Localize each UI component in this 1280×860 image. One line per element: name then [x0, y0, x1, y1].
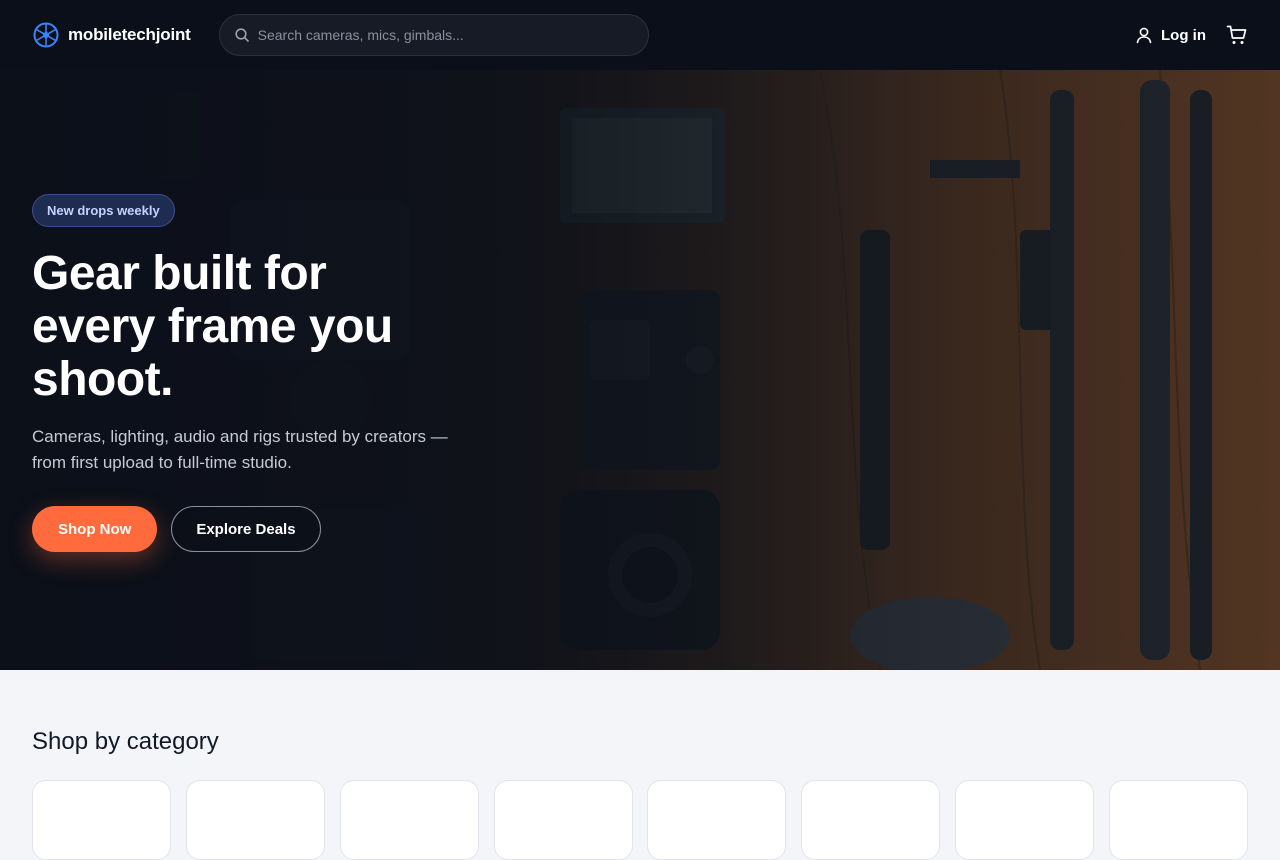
category-card[interactable] — [493, 780, 633, 860]
new-drops-badge: New drops weekly — [32, 194, 175, 227]
search-icon — [235, 28, 249, 42]
header-actions: Log in — [1135, 24, 1248, 46]
category-card-row — [32, 780, 1248, 860]
explore-deals-button[interactable]: Explore Deals — [171, 506, 321, 552]
shop-now-button[interactable]: Shop Now — [32, 506, 158, 552]
category-card[interactable] — [647, 780, 787, 860]
aperture-logo-icon — [33, 22, 59, 48]
hero-cta-group: Shop Now Explore Deals — [32, 506, 492, 552]
category-card[interactable] — [339, 780, 479, 860]
hero-content: New drops weekly Gear built for every fr… — [32, 194, 492, 552]
categories-section: Shop by category — [32, 670, 1248, 860]
category-card[interactable] — [32, 780, 171, 860]
login-label: Log in — [1161, 26, 1206, 44]
user-icon — [1136, 27, 1152, 44]
site-header: mobiletechjoint Log in — [0, 0, 1280, 70]
category-card[interactable] — [801, 780, 941, 860]
search-input[interactable] — [257, 27, 634, 43]
hero-title: Gear built for every frame you shoot. — [32, 247, 393, 406]
login-link[interactable]: Log in — [1135, 26, 1206, 44]
hero-section: New drops weekly Gear built for every fr… — [0, 70, 1280, 670]
cart-icon[interactable] — [1226, 24, 1248, 46]
brand-logo[interactable]: mobiletechjoint — [32, 21, 191, 49]
hero-subtitle: Cameras, lighting, audio and rigs truste… — [32, 427, 448, 472]
category-card[interactable] — [955, 780, 1095, 860]
categories-heading: Shop by category — [32, 728, 219, 755]
brand-name: mobiletechjoint — [68, 25, 191, 44]
category-card[interactable] — [185, 780, 325, 860]
category-card[interactable] — [1108, 780, 1248, 860]
search-bar[interactable] — [218, 14, 649, 56]
